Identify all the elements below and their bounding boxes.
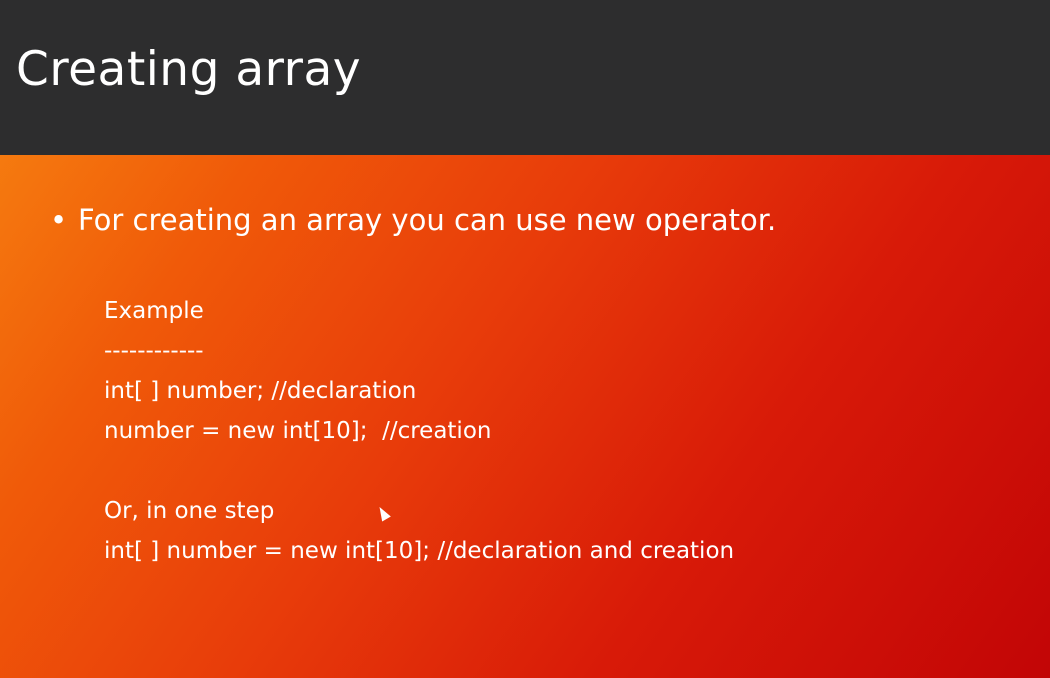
- slide-content: • For creating an array you can use new o…: [0, 155, 1050, 678]
- example-rule: ------------: [104, 338, 204, 364]
- title-bar: Creating array: [0, 0, 1050, 155]
- bullet-point: • For creating an array you can use new o…: [50, 203, 776, 237]
- code-declaration-line: int[ ] number; //declaration: [104, 378, 417, 404]
- slide-title: Creating array: [16, 42, 362, 97]
- bullet-marker: •: [50, 203, 68, 237]
- alt-heading: Or, in one step: [104, 498, 275, 524]
- example-heading: Example: [104, 298, 204, 324]
- code-creation-line: number = new int[10]; //creation: [104, 418, 492, 444]
- example-block: Example ------------ int[ ] number; //de…: [104, 291, 734, 571]
- code-combined-line: int[ ] number = new int[10]; //declarati…: [104, 538, 735, 564]
- presentation-slide: Creating array • For creating an array yo…: [0, 0, 1050, 678]
- bullet-text: For creating an array you can use new op…: [78, 203, 777, 237]
